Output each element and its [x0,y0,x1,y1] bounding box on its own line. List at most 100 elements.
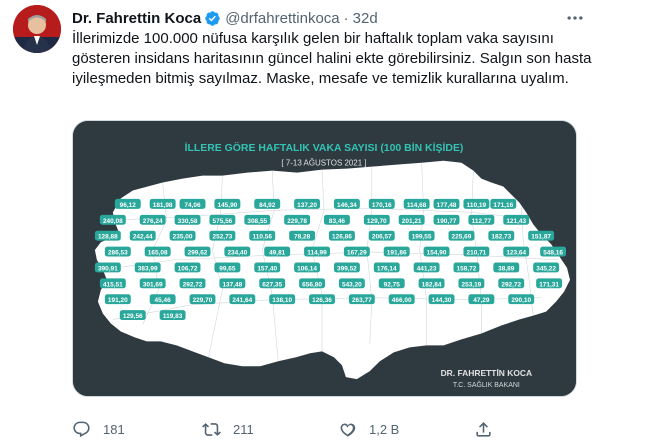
province-value-label: 123,64 [506,250,526,257]
province-value-label: 242,44 [133,234,153,241]
province-value-label: 399,52 [337,265,357,272]
province-value-label: 176,14 [377,265,397,272]
province-value-label: 119,83 [163,313,183,320]
province-value-label: 158,72 [457,265,477,272]
province-value-label: 146,34 [337,202,357,209]
retweet-button[interactable]: 211 [202,416,254,442]
province-value-label: 121,43 [506,218,526,225]
province-value-label: 252,73 [213,234,233,241]
province-value-label: 286,53 [108,250,128,257]
province-value-label: 74,06 [184,202,201,209]
province-value-label: 234,40 [227,250,247,257]
display-name[interactable]: Dr. Fahrettin Koca [72,10,201,27]
reply-icon [73,421,90,437]
province-value-label: 290,10 [511,297,531,304]
province-value-label: 191,20 [108,297,128,304]
province-value-label: 383,99 [138,265,158,272]
province-value-label: 167,29 [347,250,367,257]
province-value-label: 138,10 [272,297,292,304]
province-value-label: 110,56 [253,234,273,241]
province-value-label: 45,46 [155,297,172,304]
province-value-label: 229,78 [287,218,307,225]
province-value-label: 206,57 [372,234,392,241]
map-date-range: [ 7-13 AĞUSTOS 2021 ] [281,159,366,168]
province-value-label: 181,98 [153,202,173,209]
province-value-label: 128,88 [98,234,118,241]
province-value-label: 292,72 [183,281,203,288]
province-value-label: 165,08 [148,250,168,257]
province-value-label: 96,12 [120,202,137,209]
province-value-label: 656,80 [302,281,322,288]
reply-button[interactable]: 181 [72,416,125,442]
province-value-label: 154,90 [427,250,447,257]
province-value-label: 210,71 [467,250,487,257]
province-value-label: 106,72 [178,265,198,272]
province-value-label: 151,87 [531,234,551,241]
province-value-label: 49,81 [269,250,286,257]
province-value-label: 110,19 [467,202,487,209]
province-value-label: 308,55 [247,218,267,225]
province-value-label: 466,00 [392,297,412,304]
tweet-header: Dr. Fahrettin Koca @drfahrettinkoca · 32… [72,8,378,28]
province-value-label: 157,40 [257,265,277,272]
province-value-label: 241,64 [232,297,252,304]
timestamp[interactable]: 32d [353,10,378,27]
share-button[interactable] [474,416,505,442]
province-value-label: 199,55 [412,234,432,241]
province-value-label: 201,21 [402,218,422,225]
province-value-label: 345,22 [536,265,556,272]
province-value-label: 229,70 [193,297,213,304]
province-value-label: 145,90 [217,202,237,209]
retweet-count: 211 [233,421,254,437]
tweet[interactable]: Dr. Fahrettin Koca @drfahrettinkoca · 32… [0,0,670,444]
separator-dot: · [343,9,349,27]
province-value-label: 225,69 [452,234,472,241]
province-value-label: 276,24 [143,218,163,225]
heart-icon [340,423,356,436]
avatar[interactable] [13,5,61,53]
province-value-label: 575,56 [213,218,233,225]
province-value-label: 144,30 [432,297,452,304]
province-value-label: 126,86 [332,234,352,241]
province-value-label: 112,77 [472,218,492,225]
province-value-label: 129,56 [123,313,143,320]
province-value-label: 171,16 [493,202,513,209]
province-value-label: 171,31 [539,281,559,288]
like-count: 1,2 B [369,421,400,437]
province-value-label: 190,77 [437,218,457,225]
province-value-label: 182,73 [491,234,511,241]
province-value-label: 292,72 [501,281,521,288]
reply-count: 181 [103,421,125,437]
province-value-label: 78,28 [294,234,311,241]
like-button[interactable]: 1,2 B [338,416,399,442]
signature-name: DR. FAHRETTİN KOCA [441,368,533,378]
province-value-label: 106,14 [297,265,317,272]
province-value-label: 235,00 [173,234,193,241]
province-value-label: 627,35 [262,281,282,288]
province-value-label: 263,77 [352,297,372,304]
retweet-icon [202,422,221,436]
province-value-label: 330,58 [178,218,198,225]
handle[interactable]: @drfahrettinkoca [225,10,339,27]
province-value-label: 415,51 [103,281,123,288]
tweet-media-map[interactable]: 96,12 181,98 74,06 145,90 84,92 137,20 146,34 1… [72,120,577,397]
signature-title: T.C. SAĞLIK BAKANI [453,380,520,389]
province-value-label: 92,75 [384,281,401,288]
province-value-label: 548,16 [543,250,563,257]
province-value-label: 114,68 [407,202,427,209]
province-value-label: 137,20 [297,202,317,209]
province-value-label: 177,48 [437,202,457,209]
province-value-label: 170,16 [372,202,392,209]
share-icon [476,421,491,437]
province-value-label: 301,69 [143,281,163,288]
province-value-label: 83,46 [329,218,346,225]
province-value-label: 47,29 [473,297,490,304]
more-options-icon[interactable] [565,8,585,28]
province-value-label: 38,89 [498,265,515,272]
tweet-text: İllerimizde 100.000 nüfusa karşılık gele… [72,30,592,87]
turkey-incidence-map: 96,12 181,98 74,06 145,90 84,92 137,20 146,34 1… [73,121,576,396]
province-value-label: 543,20 [342,281,362,288]
province-value-label: 126,36 [312,297,332,304]
tweet-actions: 181 211 1,2 B [72,416,502,442]
province-value-label: 441,23 [417,265,437,272]
